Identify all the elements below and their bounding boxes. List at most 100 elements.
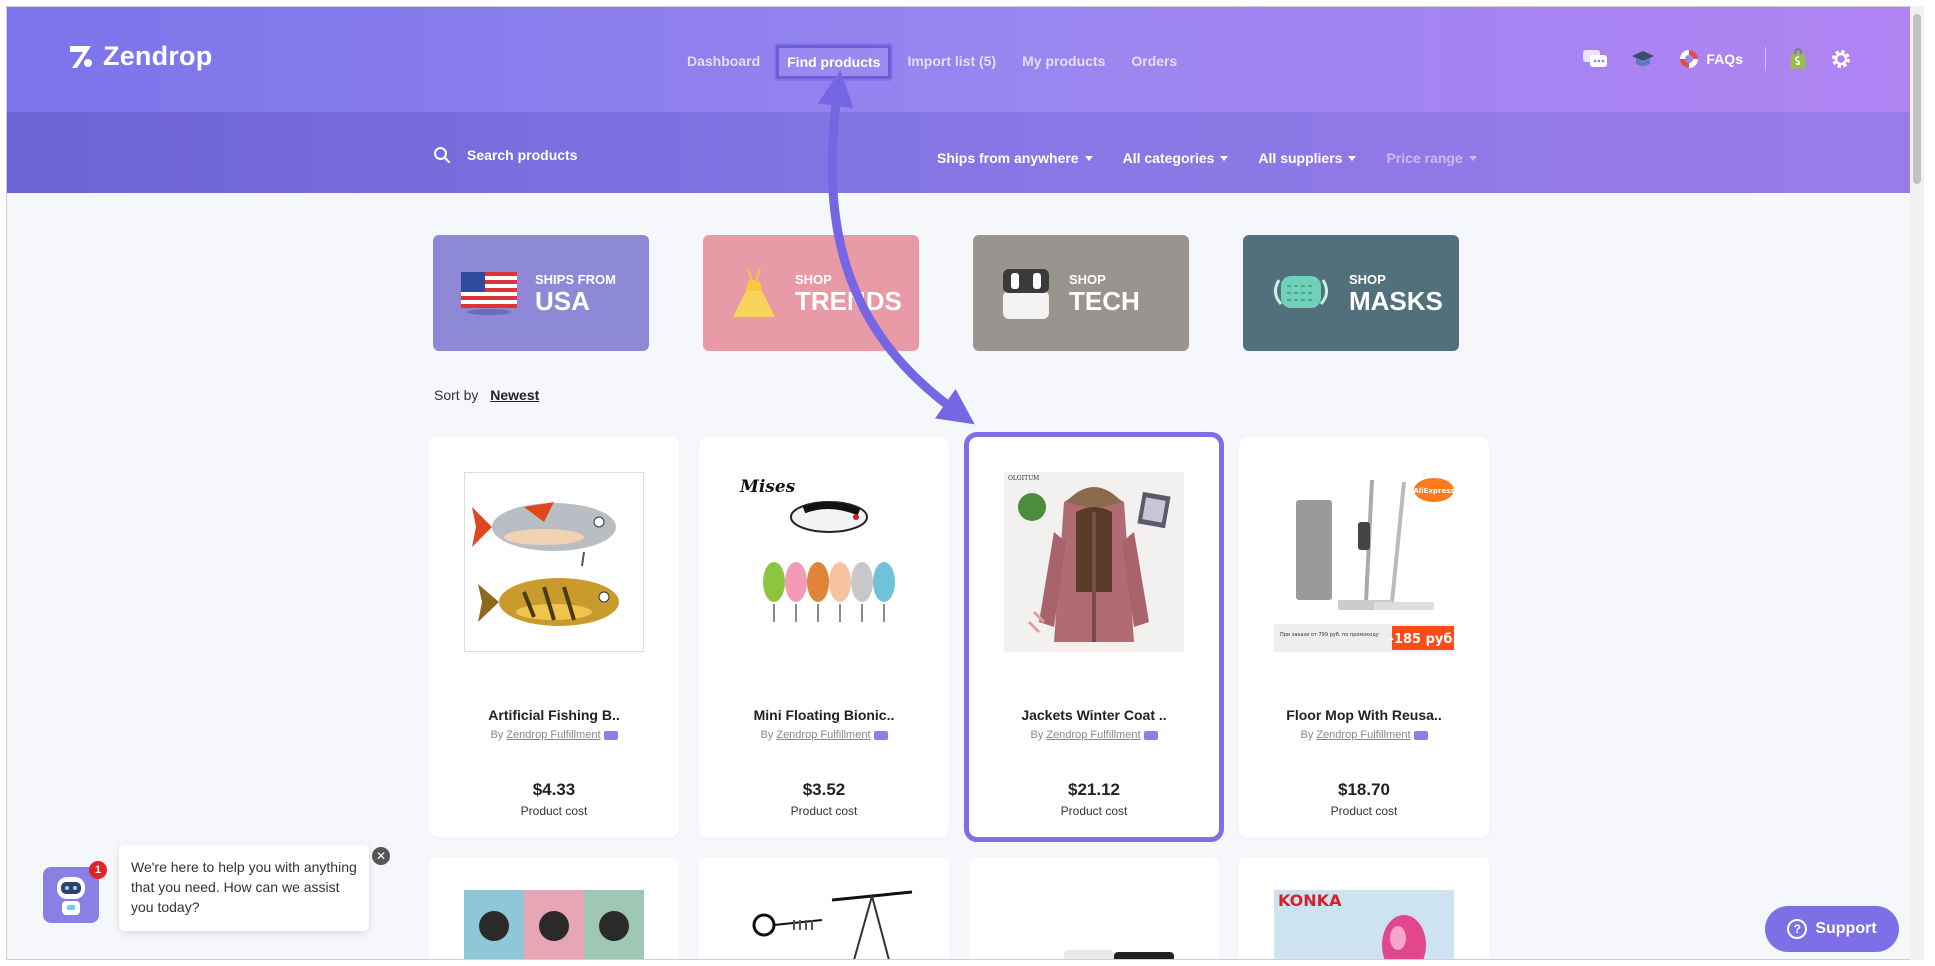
robot-icon <box>57 877 85 915</box>
banner-tech-small: SHOP <box>1069 271 1106 287</box>
chat-bubbles-icon[interactable] <box>1582 48 1608 70</box>
product-card[interactable]: KONKA <box>1239 857 1489 959</box>
search-icon <box>434 147 451 164</box>
sort-label: Sort by <box>434 387 479 403</box>
sort-value[interactable]: Newest <box>490 387 539 403</box>
filter-price-range[interactable]: Price range <box>1386 150 1477 166</box>
filter-ships-from-label: Ships from anywhere <box>937 150 1079 166</box>
filter-categories[interactable]: All categories <box>1123 150 1229 166</box>
supplier-badge-icon <box>873 730 888 740</box>
product-supplier: By Zendrop Fulfillment <box>969 729 1219 741</box>
product-card[interactable] <box>699 857 949 959</box>
notification-badge: 1 <box>89 861 107 879</box>
banner-trends-text: SHOP TRENDS <box>795 273 902 314</box>
product-image: OLGITUM <box>1004 472 1184 652</box>
supplier-link[interactable]: Zendrop Fulfillment <box>1046 729 1140 741</box>
filter-price-range-label: Price range <box>1386 150 1463 166</box>
brand-logo[interactable]: Zendrop <box>67 41 212 72</box>
filter-suppliers[interactable]: All suppliers <box>1258 150 1357 166</box>
supplier-link[interactable]: Zendrop Fulfillment <box>776 729 870 741</box>
header-actions: FAQs <box>1582 47 1852 71</box>
nav-dashboard[interactable]: Dashboard <box>677 45 770 79</box>
shopify-bag-icon[interactable] <box>1788 48 1808 70</box>
product-price-label: Product cost <box>1060 804 1128 818</box>
supplier-link[interactable]: Zendrop Fulfillment <box>506 729 600 741</box>
product-price-label: Product cost <box>790 804 858 818</box>
product-card[interactable] <box>969 857 1219 959</box>
product-image: Mises <box>734 472 914 652</box>
mini-lures-image: Mises <box>734 472 914 652</box>
nav-orders[interactable]: Orders <box>1121 45 1187 79</box>
support-label: Support <box>1815 920 1877 937</box>
chevron-down-icon <box>1220 155 1229 161</box>
banner-masks-big: MASKS <box>1349 285 1443 316</box>
search-filter-bar: Ships from anywhere All categories All s… <box>7 112 1910 193</box>
product-grid-row-2: KONKA <box>429 857 1489 959</box>
brand-name: Zendrop <box>103 41 213 71</box>
gear-icon[interactable] <box>1830 48 1852 70</box>
supplier-link[interactable]: Zendrop Fulfillment <box>1316 729 1410 741</box>
banner-ships-from-usa[interactable]: SHIPS FROM USA <box>433 235 649 351</box>
nav-my-products[interactable]: My products <box>1012 45 1115 79</box>
banner-usa-text: SHIPS FROM USA <box>535 273 616 314</box>
banner-trends-big: TRENDS <box>795 285 902 316</box>
product-image <box>1004 890 1184 959</box>
supplier-by-label: By <box>1300 729 1314 741</box>
product-card[interactable] <box>429 857 679 959</box>
faqs-link[interactable]: FAQs <box>1678 48 1743 70</box>
close-icon[interactable]: ✕ <box>372 847 390 865</box>
zendrop-logo-icon <box>70 45 92 68</box>
banner-trends-small: SHOP <box>795 271 832 287</box>
product-title: Floor Mop With Reusa.. <box>1286 707 1442 723</box>
product-card[interactable]: Artificial Fishing B.. By Zendrop Fulfill… <box>429 437 679 837</box>
winter-jacket-image: OLGITUM <box>1004 472 1184 652</box>
support-button[interactable]: ? Support <box>1765 906 1899 952</box>
product-grid: Artificial Fishing B.. By Zendrop Fulfill… <box>429 432 1489 842</box>
product-card[interactable]: AliExpress При заказе от 799 руб. по про… <box>1239 437 1489 837</box>
product-card[interactable]: Mises Mini Floating Bionic.. By Zendrop F… <box>699 437 949 837</box>
product-image: KONKA <box>1274 890 1454 959</box>
product-title: Artificial Fishing B.. <box>488 707 620 723</box>
banner-tech-text: SHOP TECH <box>1069 273 1140 314</box>
search-input[interactable] <box>467 147 767 163</box>
product-price: $3.52 <box>802 780 846 799</box>
supplier-badge-icon <box>1143 730 1158 740</box>
earbuds-case-icon <box>1003 269 1049 319</box>
lifebuoy-icon <box>1680 50 1699 68</box>
us-flag-icon <box>461 272 517 315</box>
top-header: Zendrop Dashboard Find products Import l… <box>7 7 1910 112</box>
product-card-highlighted[interactable]: OLGITUM Jackets Winter Coat .. By Zendrop… <box>964 432 1224 842</box>
banner-shop-masks[interactable]: SHOP MASKS <box>1243 235 1459 351</box>
filter-group: Ships from anywhere All categories All s… <box>937 150 1477 166</box>
filter-ships-from[interactable]: Ships from anywhere <box>937 150 1093 166</box>
supplier-badge-icon <box>603 730 618 740</box>
mises-brand-text: Mises <box>739 477 796 497</box>
header-divider <box>1765 47 1766 71</box>
supplier-by-label: By <box>1030 729 1044 741</box>
supplier-by-label: By <box>490 729 504 741</box>
banner-tech-big: TECH <box>1069 285 1140 316</box>
banner-usa-big: USA <box>535 285 590 316</box>
product-image <box>464 890 644 959</box>
banner-shop-trends[interactable]: SHOP TRENDS <box>703 235 919 351</box>
main-nav: Dashboard Find products Import list (5) … <box>677 45 1193 79</box>
banner-shop-tech[interactable]: SHOP TECH <box>973 235 1189 351</box>
search-box <box>433 146 767 164</box>
olgitum-brand-text: OLGITUM <box>1008 475 1039 482</box>
banner-usa-small: SHIPS FROM <box>535 271 616 287</box>
nav-find-products[interactable]: Find products <box>776 45 892 79</box>
product-title: Jackets Winter Coat .. <box>1021 707 1167 723</box>
product-price: $21.12 <box>1068 780 1120 799</box>
nav-import-list[interactable]: Import list (5) <box>897 45 1006 79</box>
fishing-lure-image <box>464 472 644 652</box>
chatbot-launcher[interactable]: 1 <box>43 861 107 923</box>
app-window: Zendrop Dashboard Find products Import l… <box>6 6 1911 960</box>
floor-mop-image: AliExpress При заказе от 799 руб. по про… <box>1274 472 1454 652</box>
faqs-label: FAQs <box>1706 51 1743 67</box>
page-scrollbar-thumb[interactable] <box>1913 14 1921 184</box>
sort-control: Sort by Newest <box>434 387 539 403</box>
product-price-label: Product cost <box>520 804 588 818</box>
chevron-down-icon <box>1084 155 1093 161</box>
graduation-cap-icon[interactable] <box>1630 48 1656 70</box>
filter-suppliers-label: All suppliers <box>1258 150 1343 166</box>
